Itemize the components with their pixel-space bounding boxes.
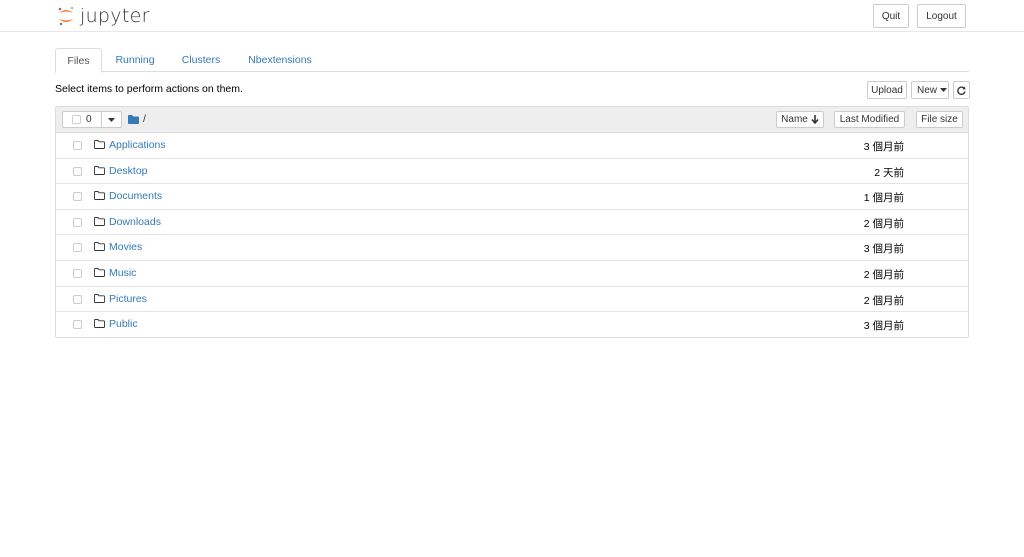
item-checkbox[interactable] — [73, 192, 82, 202]
item-last-modified: 3 個月前 — [863, 141, 904, 153]
item-checkbox[interactable] — [73, 141, 82, 150]
item-name-link[interactable]: Music — [109, 267, 136, 279]
item-last-modified: 3 個月前 — [863, 320, 904, 333]
folder-icon — [94, 165, 105, 175]
item-name-link[interactable]: Desktop — [109, 165, 148, 177]
selected-count: 0 — [86, 114, 92, 125]
sort-name-button[interactable]: Name — [776, 111, 824, 128]
select-all-button[interactable]: 0 — [62, 111, 102, 128]
sort-name-label: Name — [781, 114, 808, 125]
item-checkbox[interactable] — [73, 243, 82, 253]
list-item[interactable]: Desktop 2 天前 — [56, 159, 968, 185]
item-name-link[interactable]: Movies — [109, 241, 142, 253]
folder-icon — [94, 293, 105, 303]
item-checkbox[interactable] — [73, 217, 82, 227]
list-item[interactable]: Movies 3 個月前 — [56, 235, 968, 261]
select-dropdown-button[interactable] — [101, 111, 122, 128]
list-item[interactable]: Pictures 2 個月前 — [56, 287, 968, 313]
item-last-modified: 2 個月前 — [863, 269, 904, 281]
item-checkbox[interactable] — [73, 294, 82, 304]
folder-filled-icon[interactable] — [128, 115, 139, 124]
item-name-link[interactable]: Documents — [109, 190, 162, 202]
item-last-modified: 1 個月前 — [863, 192, 904, 205]
item-last-modified: 3 個月前 — [863, 243, 904, 256]
header-bar: jupyter Quit Logout — [0, 0, 1024, 32]
item-checkbox[interactable] — [73, 269, 82, 278]
folder-icon — [94, 242, 105, 252]
jupyter-logo[interactable]: jupyter — [57, 4, 150, 28]
upload-button[interactable]: Upload — [867, 81, 907, 99]
sort-file-size-button[interactable]: File size — [916, 111, 963, 128]
item-name-link[interactable]: Public — [109, 318, 138, 330]
list-item[interactable]: Applications 3 個月前 — [56, 133, 968, 159]
item-last-modified: 2 個月前 — [863, 294, 904, 307]
list-item[interactable]: Public 3 個月前 — [56, 312, 968, 338]
folder-icon — [94, 140, 105, 149]
item-last-modified: 2 天前 — [874, 166, 904, 179]
folder-icon — [94, 216, 105, 226]
folder-icon — [94, 319, 105, 329]
item-name-link[interactable]: Pictures — [109, 293, 147, 305]
quit-button[interactable]: Quit — [873, 4, 909, 28]
list-item[interactable]: Music 2 個月前 — [56, 261, 968, 287]
logo-text: jupyter — [80, 5, 150, 27]
item-name-link[interactable]: Applications — [109, 139, 166, 151]
sort-last-modified-button[interactable]: Last Modified — [834, 111, 905, 128]
instructions-text: Select items to perform actions on them. — [55, 83, 243, 95]
logout-button[interactable]: Logout — [917, 4, 966, 28]
folder-icon — [94, 191, 105, 201]
tab-bar: Files Running Clusters Nbextensions — [55, 48, 969, 73]
caret-down-icon — [940, 88, 948, 92]
item-last-modified: 2 個月前 — [863, 217, 904, 230]
new-button-label: New — [917, 84, 938, 96]
select-all-checkbox[interactable] — [72, 115, 81, 124]
breadcrumb-path[interactable]: / — [143, 113, 146, 125]
file-list: 0 / Name Last Modified File size Applica… — [55, 106, 969, 338]
caret-down-icon — [108, 117, 115, 122]
arrow-down-icon — [811, 115, 819, 124]
tab-clusters[interactable]: Clusters — [173, 48, 229, 72]
item-checkbox[interactable] — [73, 320, 82, 330]
new-dropdown-button[interactable]: New — [911, 81, 949, 99]
tab-nbextensions[interactable]: Nbextensions — [239, 48, 321, 72]
item-checkbox[interactable] — [73, 166, 82, 176]
refresh-button[interactable] — [953, 81, 970, 99]
tab-files[interactable]: Files — [55, 48, 102, 73]
jupyter-logo-icon — [58, 7, 73, 26]
list-header: 0 / Name Last Modified File size — [56, 107, 968, 133]
item-name-link[interactable]: Downloads — [109, 216, 161, 228]
tab-running[interactable]: Running — [107, 48, 163, 72]
list-item[interactable]: Documents 1 個月前 — [56, 184, 968, 210]
list-item[interactable]: Downloads 2 個月前 — [56, 210, 968, 236]
refresh-icon — [957, 86, 966, 95]
folder-icon — [94, 268, 105, 277]
